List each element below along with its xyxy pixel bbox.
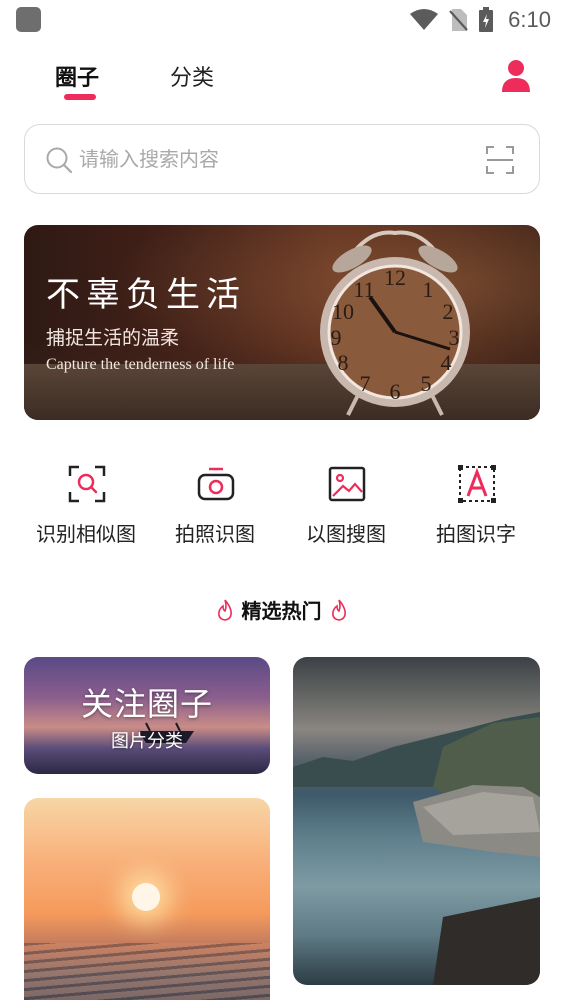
banner-subtitle-en: Capture the tenderness of life — [46, 356, 235, 373]
landscape-photo-card[interactable] — [293, 657, 540, 985]
flame-icon — [331, 598, 346, 621]
svg-text:1: 1 — [423, 277, 434, 302]
header-tabs: 圈子 分类 — [0, 56, 563, 106]
tool-search-by-image[interactable]: 以图搜图 — [281, 462, 411, 552]
sun-image — [132, 883, 160, 911]
card-title: 关注圈子 — [80, 685, 213, 723]
svg-text:12: 12 — [384, 265, 406, 290]
alarm-clock-image: 12 12 345 678 91011 — [320, 230, 470, 416]
tool-label: 以图搜图 — [306, 522, 386, 546]
scan-icon[interactable] — [485, 145, 515, 175]
image-icon — [328, 466, 366, 502]
search-icon — [46, 147, 73, 174]
section-header: 精选热门 — [0, 595, 563, 625]
search-input[interactable] — [79, 125, 469, 193]
search-bar[interactable] — [24, 124, 540, 194]
ocean-waves-image — [24, 943, 270, 1000]
tab-circle[interactable]: 圈子 — [55, 60, 99, 92]
text-recognition-icon — [458, 465, 496, 503]
flame-icon — [217, 598, 232, 621]
section-title: 精选热门 — [241, 599, 322, 623]
svg-text:5: 5 — [421, 371, 432, 396]
status-icons: 6:10 — [410, 6, 551, 34]
banner-subtitle: 捕捉生活的温柔 — [46, 327, 180, 349]
svg-text:3: 3 — [449, 325, 460, 350]
user-profile-icon[interactable] — [499, 56, 533, 96]
follow-circle-card[interactable]: 关注圈子 图片分类 — [24, 657, 270, 774]
svg-text:6: 6 — [390, 379, 401, 404]
status-bar: 6:10 — [0, 0, 563, 40]
tab-category[interactable]: 分类 — [170, 60, 214, 92]
svg-text:2: 2 — [443, 299, 454, 324]
coastal-rocks-image — [293, 712, 540, 985]
status-time: 6:10 — [508, 7, 551, 32]
no-sim-icon — [449, 9, 468, 31]
svg-text:8: 8 — [338, 350, 349, 375]
tool-text-recognize[interactable]: 拍图识字 — [411, 462, 541, 552]
tool-label: 拍照识图 — [175, 522, 255, 546]
banner-title: 不辜负生活 — [46, 275, 246, 315]
scan-search-icon — [68, 465, 106, 503]
tool-similar-image[interactable]: 识别相似图 — [21, 462, 151, 552]
svg-text:9: 9 — [331, 325, 342, 350]
card-subtitle: 图片分类 — [111, 731, 183, 752]
svg-text:7: 7 — [360, 371, 371, 396]
tool-photo-recognize[interactable]: 拍照识图 — [150, 462, 280, 552]
app-notification-icon — [16, 7, 41, 32]
svg-text:4: 4 — [441, 350, 452, 375]
svg-text:10: 10 — [332, 299, 354, 324]
battery-icon — [479, 7, 494, 32]
promo-banner[interactable]: 12 1 2 345 678 9 10 11 不辜负生活 捕捉生活的温柔 Capture… — [24, 225, 540, 420]
active-tab-indicator — [64, 94, 96, 100]
wifi-icon — [410, 9, 439, 30]
camera-icon — [197, 467, 235, 501]
tool-label: 识别相似图 — [36, 522, 136, 546]
sunset-photo-card[interactable] — [24, 798, 270, 1000]
tool-label: 拍图识字 — [436, 522, 516, 546]
